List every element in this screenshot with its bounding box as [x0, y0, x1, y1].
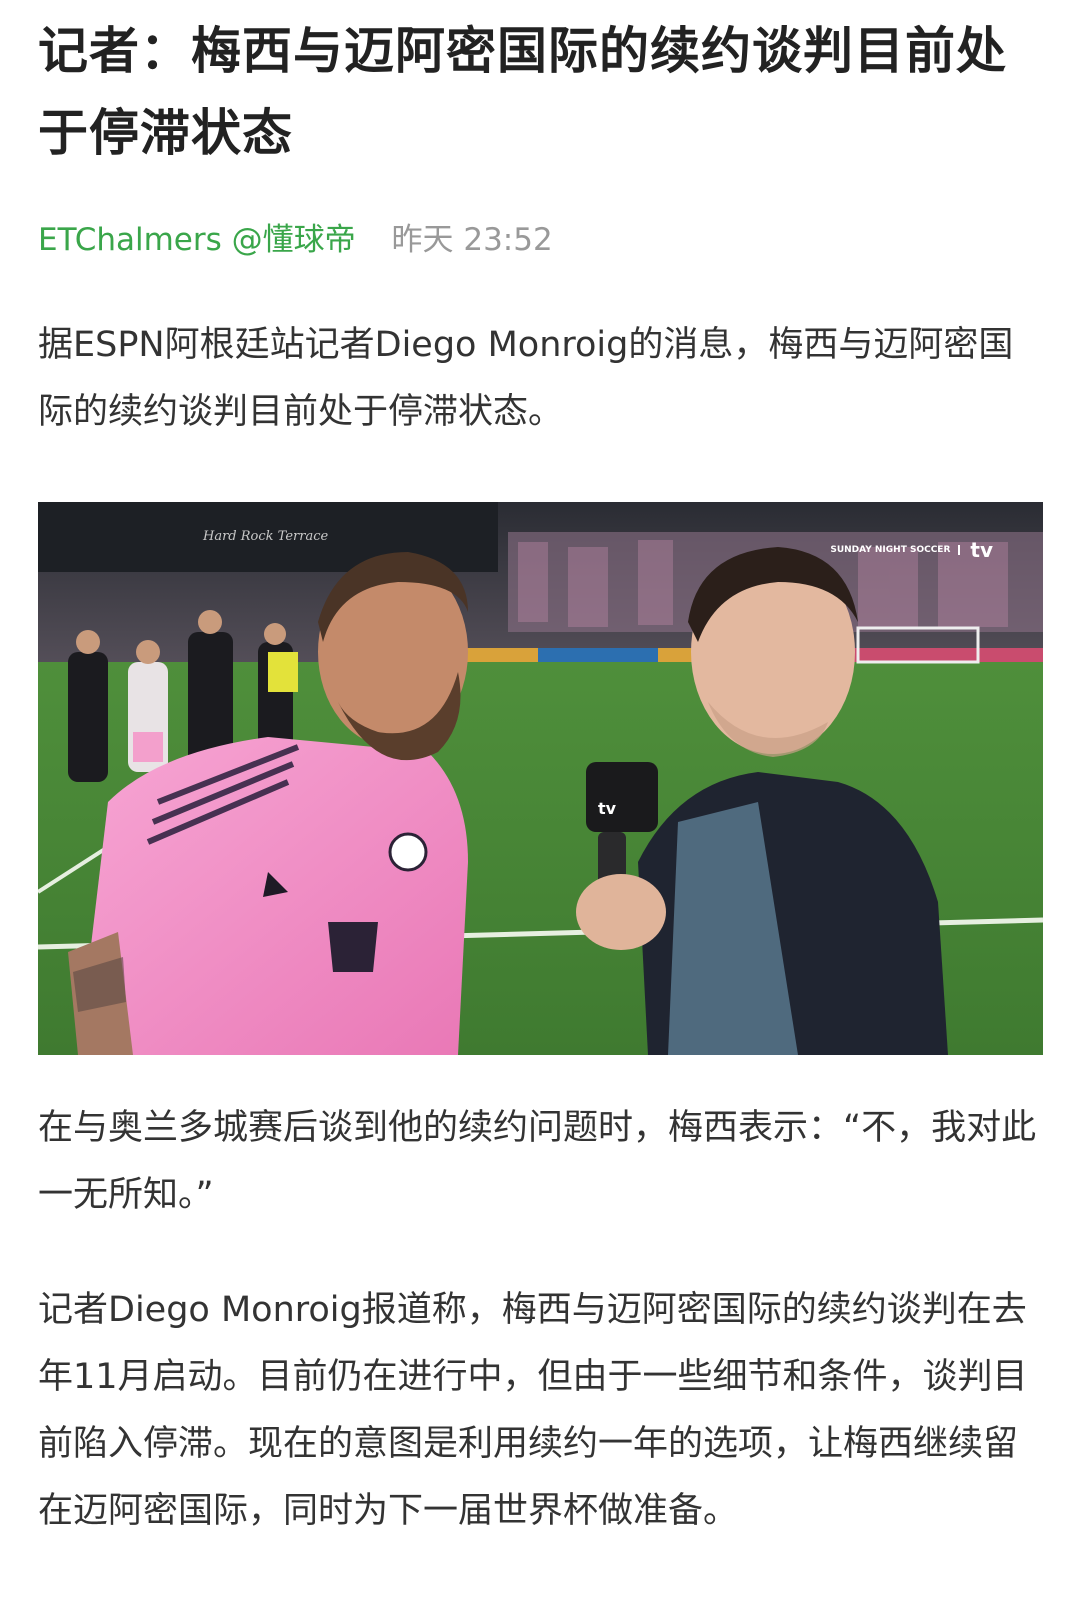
article-paragraph: 在与奥兰多城赛后谈到他的续约问题时，梅西表示：“不，我对此一无所知。”: [38, 1108, 1037, 1215]
author-name[interactable]: ETChalmers: [38, 222, 222, 258]
broadcast-tag: SUNDAY NIGHT SOCCER: [830, 545, 961, 555]
apple-tv-logo: tv: [970, 538, 993, 562]
article-title: 记者：梅西与迈阿密国际的续约谈判目前处于停滞状态: [38, 22, 1007, 162]
source-name[interactable]: @懂球帝: [232, 222, 356, 258]
article-meta: ETChalmers @懂球帝 昨天 23:52: [38, 218, 1042, 262]
publish-time: 昨天 23:52: [391, 222, 553, 258]
article-paragraph: 据ESPN阿根廷站记者Diego Monroig的消息，梅西与迈阿密国际的续约谈…: [38, 325, 1014, 432]
stadium-sign-text: Hard Rock Terrace: [202, 529, 328, 544]
article-photo[interactable]: Hard Rock Terrace tv SUNDAY NIGHT SOCCER…: [38, 502, 1043, 1055]
mic-brand-text: tv: [598, 799, 617, 818]
broadcast-logo: SUNDAY NIGHT SOCCER tv: [830, 538, 993, 562]
photo-illustration: Hard Rock Terrace tv: [38, 502, 1043, 1055]
article-page: 记者：梅西与迈阿密国际的续约谈判目前处于停滞状态 ETChalmers @懂球帝…: [0, 0, 1080, 1621]
article-paragraph: 记者Diego Monroig报道称，梅西与迈阿密国际的续约谈判在去年11月启动…: [38, 1290, 1028, 1531]
